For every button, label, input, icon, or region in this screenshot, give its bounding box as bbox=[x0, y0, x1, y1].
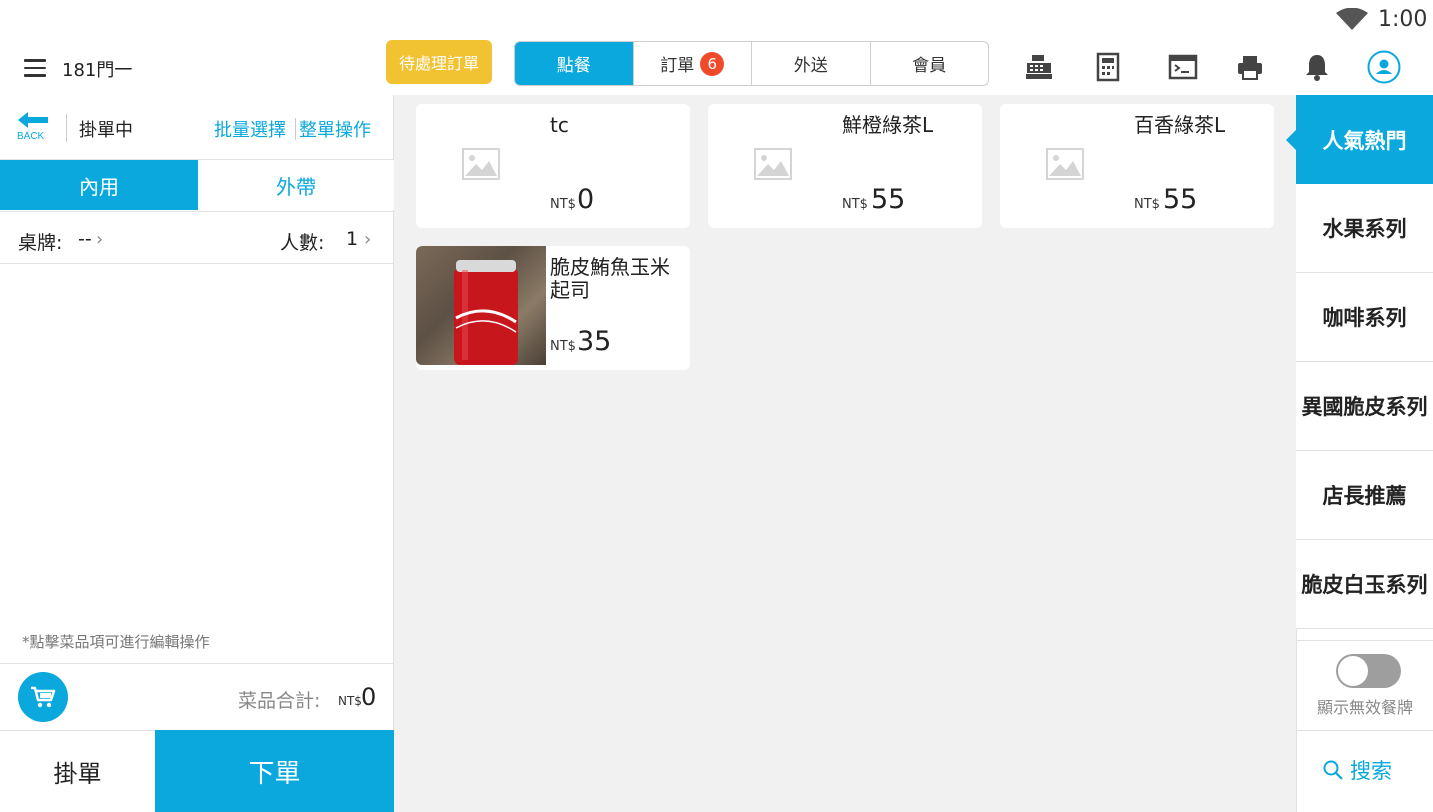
cart-icon bbox=[31, 686, 56, 708]
search-label: 搜索 bbox=[1350, 759, 1392, 783]
product-currency: NT$ bbox=[842, 197, 868, 212]
divider bbox=[295, 118, 296, 140]
chevron-right-icon[interactable]: › bbox=[364, 229, 371, 250]
toggle-knob bbox=[1338, 656, 1368, 686]
product-price: 55 bbox=[1163, 184, 1198, 215]
category-manager-pick[interactable]: 店長推薦 bbox=[1296, 451, 1433, 540]
user-icon[interactable] bbox=[1367, 50, 1401, 84]
soda-can-image bbox=[454, 260, 518, 365]
pending-orders-button[interactable]: 待處理訂單 bbox=[386, 40, 492, 84]
image-placeholder-icon bbox=[1046, 148, 1084, 180]
table-label: 桌牌: bbox=[18, 232, 63, 254]
tab-orders-label: 訂單 bbox=[660, 56, 695, 76]
hold-order-button[interactable]: 掛單 bbox=[0, 730, 155, 812]
calculator-icon[interactable] bbox=[1093, 52, 1123, 82]
product-card[interactable]: 脆皮鮪魚玉米起司 NT$ 35 bbox=[416, 246, 690, 370]
category-fruit[interactable]: 水果系列 bbox=[1296, 184, 1433, 273]
product-price: 55 bbox=[871, 184, 906, 215]
category-exotic[interactable]: 異國脆皮系列 bbox=[1296, 362, 1433, 451]
product-currency: NT$ bbox=[1134, 197, 1160, 212]
batch-select-link[interactable]: 批量選擇 bbox=[214, 116, 286, 142]
show-invalid-toggle[interactable] bbox=[1336, 654, 1401, 688]
store-name: 181門一 bbox=[62, 60, 133, 81]
product-price: 0 bbox=[577, 184, 595, 215]
clock: 1:00 bbox=[1378, 7, 1428, 32]
product-currency: NT$ bbox=[550, 339, 576, 354]
tab-order-label: 點餐 bbox=[556, 56, 591, 76]
cart-button[interactable] bbox=[18, 672, 68, 722]
product-name: tc bbox=[550, 113, 569, 137]
dine-in-tab[interactable]: 內用 bbox=[0, 160, 198, 210]
product-name: 脆皮鮪魚玉米起司 bbox=[550, 255, 670, 302]
tab-members-label: 會員 bbox=[912, 56, 947, 76]
terminal-icon[interactable] bbox=[1168, 52, 1198, 82]
table-value: -- bbox=[78, 228, 92, 250]
submit-order-button[interactable]: 下單 bbox=[155, 730, 394, 812]
menu-icon[interactable] bbox=[24, 59, 46, 77]
chevron-right-icon[interactable]: › bbox=[96, 229, 103, 250]
divider bbox=[66, 114, 67, 142]
people-label: 人數: bbox=[280, 232, 325, 254]
product-card[interactable]: tc NT$ 0 bbox=[416, 104, 690, 228]
divider bbox=[0, 663, 394, 664]
status-bar bbox=[0, 0, 1433, 40]
hold-status: 掛單中 bbox=[79, 120, 133, 141]
total-label: 菜品合計: bbox=[238, 690, 321, 712]
whole-order-link[interactable]: 整單操作 bbox=[299, 116, 371, 142]
tab-members[interactable]: 會員 bbox=[871, 42, 989, 85]
product-name: 百香綠茶L bbox=[1134, 113, 1226, 137]
product-name: 鮮橙綠茶L bbox=[842, 113, 934, 137]
category-popular[interactable]: 人氣熱門 bbox=[1296, 95, 1433, 184]
active-pointer bbox=[1286, 130, 1296, 150]
main-tabs: 點餐 訂單 6 外送 會員 bbox=[514, 41, 989, 86]
toggle-label: 顯示無效餐牌 bbox=[1317, 698, 1414, 717]
product-price: 35 bbox=[577, 326, 612, 357]
tab-delivery[interactable]: 外送 bbox=[752, 42, 871, 85]
tab-orders[interactable]: 訂單 6 bbox=[634, 42, 752, 85]
product-photo bbox=[416, 246, 546, 365]
back-label: BACK bbox=[17, 131, 45, 142]
image-placeholder-icon bbox=[462, 148, 500, 180]
tab-delivery-label: 外送 bbox=[793, 56, 828, 76]
total-value: 0 bbox=[361, 683, 377, 711]
edit-hint: *點擊菜品項可進行編輯操作 bbox=[22, 633, 210, 651]
category-white-jade[interactable]: 脆皮白玉系列 bbox=[1296, 540, 1433, 629]
orders-count-badge: 6 bbox=[700, 51, 725, 76]
cash-register-icon[interactable] bbox=[1024, 52, 1054, 82]
product-currency: NT$ bbox=[550, 197, 576, 212]
product-card[interactable]: 鮮橙綠茶L NT$ 55 bbox=[708, 104, 982, 228]
wifi-icon bbox=[1336, 8, 1368, 30]
category-coffee[interactable]: 咖啡系列 bbox=[1296, 273, 1433, 362]
tab-order[interactable]: 點餐 bbox=[515, 42, 634, 85]
divider bbox=[0, 263, 394, 264]
people-value: 1 bbox=[346, 228, 359, 250]
search-icon bbox=[1323, 760, 1343, 780]
product-card[interactable]: 百香綠茶L NT$ 55 bbox=[1000, 104, 1274, 228]
bell-icon[interactable] bbox=[1302, 52, 1332, 82]
image-placeholder-icon bbox=[754, 148, 792, 180]
divider bbox=[1296, 730, 1433, 731]
search-button[interactable]: 搜索 bbox=[1322, 755, 1392, 785]
printer-icon[interactable] bbox=[1235, 52, 1265, 82]
divider bbox=[1296, 640, 1433, 641]
take-out-tab[interactable]: 外帶 bbox=[198, 160, 394, 210]
total-currency: NT$ bbox=[338, 694, 362, 708]
